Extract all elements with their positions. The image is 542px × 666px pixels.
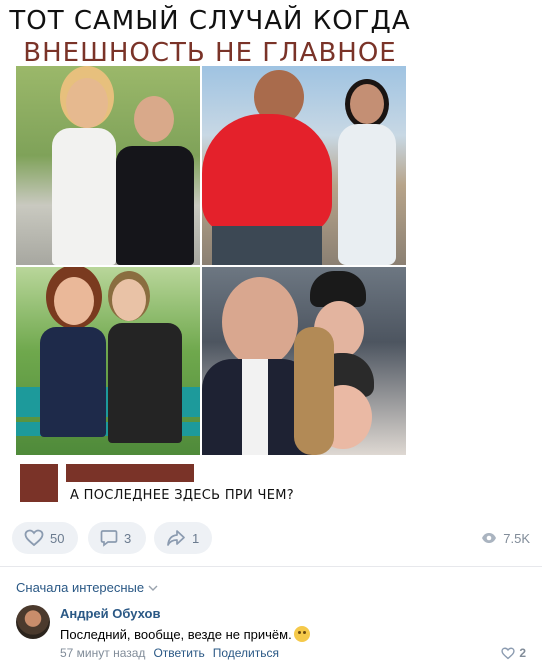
comment-time[interactable]: 57 минут назад: [60, 646, 145, 660]
comment-text: Последний, вообще, везде не причём.: [60, 626, 310, 642]
photo-bottom-left: [16, 267, 200, 455]
share-icon: [167, 530, 185, 546]
comment-button[interactable]: 3: [88, 522, 146, 554]
post-image[interactable]: ТОТ САМЫЙ СЛУЧАЙ КОГДА ВНЕШНОСТЬ НЕ ГЛАВ…: [0, 0, 542, 510]
share-count: 1: [192, 530, 200, 546]
photo-top-right: [202, 66, 406, 265]
meme-comment-text: А ПОСЛЕДНЕЕ ЗДЕСЬ ПРИ ЧЕМ?: [70, 488, 294, 503]
redacted-avatar: [20, 464, 58, 502]
heart-icon: [24, 529, 44, 547]
photo-bottom-right: [202, 267, 406, 455]
redacted-name: [66, 464, 194, 482]
eye-icon: [482, 533, 497, 543]
share-button[interactable]: 1: [154, 522, 212, 554]
meme-title-line1: ТОТ САМЫЙ СЛУЧАЙ КОГДА: [9, 6, 411, 36]
sort-label: Сначала интересные: [16, 580, 145, 595]
reply-link[interactable]: Ответить: [153, 646, 204, 660]
comment-icon: [100, 530, 118, 547]
comment-body: Последний, вообще, везде не причём.: [60, 626, 292, 642]
heart-icon: [501, 647, 515, 659]
views-counter: 7.5K: [481, 522, 530, 554]
meme-comment: А ПОСЛЕДНЕЕ ЗДЕСЬ ПРИ ЧЕМ?: [16, 458, 406, 506]
chevron-down-icon: [148, 585, 158, 591]
like-button[interactable]: 50: [12, 522, 78, 554]
smile-emoji-icon: [293, 626, 310, 642]
comment-sort-dropdown[interactable]: Сначала интересные: [16, 580, 158, 595]
meme-title-line2: ВНЕШНОСТЬ НЕ ГЛАВНОЕ: [23, 38, 397, 68]
comment-meta: 57 минут назад Ответить Поделиться: [60, 646, 279, 660]
comment-count: 3: [124, 530, 132, 546]
photo-collage: [16, 66, 406, 455]
divider: [0, 566, 542, 567]
comment-author[interactable]: Андрей Обухов: [60, 606, 160, 621]
post-actions-bar: 50 3 1 7.5K: [12, 522, 530, 554]
photo-top-left: [16, 66, 200, 265]
comment-like-button[interactable]: 2: [501, 646, 526, 660]
comment-like-count: 2: [519, 646, 526, 660]
views-count: 7.5K: [503, 530, 530, 546]
share-comment-link[interactable]: Поделиться: [213, 646, 279, 660]
avatar[interactable]: [16, 605, 50, 639]
like-count: 50: [50, 530, 65, 546]
